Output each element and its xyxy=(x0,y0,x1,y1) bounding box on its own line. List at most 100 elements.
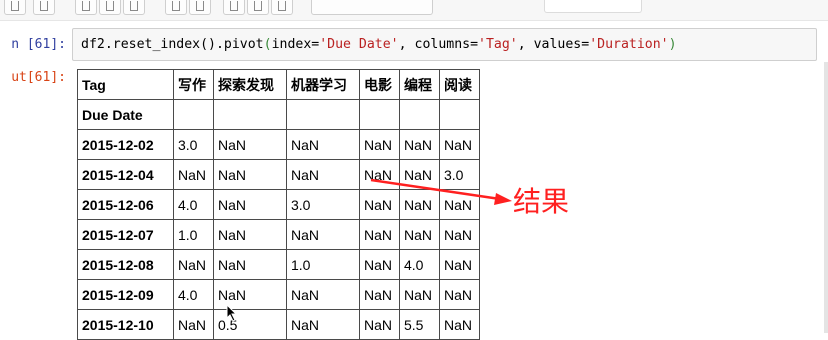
dataframe-table: Tag 写作 探索发现 机器学习 电影 编程 阅读 Due Date 2015-… xyxy=(77,69,480,340)
toolbar-button[interactable] xyxy=(75,0,97,15)
row-index: 2015-12-07 xyxy=(77,219,174,250)
table-cell: NaN xyxy=(439,219,480,250)
table-cell: NaN xyxy=(286,159,360,190)
table-cell: NaN xyxy=(286,219,360,250)
paste-icon xyxy=(130,1,138,11)
table-cell: NaN xyxy=(439,129,480,160)
table-cell: NaN xyxy=(439,249,480,280)
index-name-header: Due Date xyxy=(77,99,174,130)
table-cell: NaN xyxy=(173,249,214,280)
empty-header-cell xyxy=(439,99,480,130)
row-index: 2015-12-06 xyxy=(77,189,174,220)
output-prompt: ut[61]: xyxy=(11,70,66,85)
table-cell: 4.0 xyxy=(173,189,214,220)
cell-toolbar-area xyxy=(444,0,828,14)
scrollbar-track[interactable] xyxy=(824,62,828,333)
toolbar-button[interactable] xyxy=(99,0,121,15)
cell-type-select[interactable] xyxy=(311,0,433,15)
mouse-cursor-icon xyxy=(226,304,238,322)
code-string-tag: 'Tag' xyxy=(478,37,518,52)
row-index: 2015-12-02 xyxy=(77,129,174,160)
toolbar-button[interactable] xyxy=(33,0,55,15)
table-cell: NaN xyxy=(213,159,287,190)
code-arg-index: index= xyxy=(271,37,320,52)
table-cell: 1.0 xyxy=(286,249,360,280)
input-prompt: n [61]: xyxy=(11,37,66,52)
table-cell: 3.0 xyxy=(286,189,360,220)
toolbar-button[interactable] xyxy=(247,0,269,15)
table-cell: 3.0 xyxy=(173,129,214,160)
stop-icon xyxy=(254,1,262,11)
row-index: 2015-12-10 xyxy=(77,309,174,340)
arrow-up-icon xyxy=(172,1,180,11)
code-arg-columns: , columns= xyxy=(398,37,479,52)
table-cell: NaN xyxy=(359,249,400,280)
table-cell: NaN xyxy=(359,189,400,220)
toolbar-button[interactable] xyxy=(123,0,145,15)
table-row: 2015-12-04 NaN NaN NaN NaN NaN 3.0 xyxy=(77,159,480,190)
index-name-row: Due Date xyxy=(77,99,480,130)
copy-icon xyxy=(106,1,114,11)
column-header: 阅读 xyxy=(439,69,480,100)
table-row: 2015-12-08 NaN NaN 1.0 NaN 4.0 NaN xyxy=(77,249,480,280)
table-cell: NaN xyxy=(213,129,287,160)
toolbar-button[interactable] xyxy=(223,0,245,15)
table-cell: NaN xyxy=(286,129,360,160)
table-cell: NaN xyxy=(399,189,440,220)
table-row: 2015-12-02 3.0 NaN NaN NaN NaN NaN xyxy=(77,129,480,160)
table-cell: NaN xyxy=(213,219,287,250)
column-header: 电影 xyxy=(359,69,400,100)
empty-header-cell xyxy=(359,99,400,130)
table-row: 2015-12-09 4.0 NaN NaN NaN NaN NaN xyxy=(77,279,480,310)
toolbar-icon xyxy=(11,1,19,11)
table-cell: NaN xyxy=(359,309,400,340)
column-header: 机器学习 xyxy=(286,69,360,100)
table-cell: NaN xyxy=(173,309,214,340)
toolbar-button[interactable] xyxy=(165,0,187,15)
toolbar-button[interactable] xyxy=(271,0,293,15)
table-cell: NaN xyxy=(213,249,287,280)
toolbar-button[interactable] xyxy=(189,0,211,15)
table-cell: 4.0 xyxy=(399,249,440,280)
empty-header-cell xyxy=(286,99,360,130)
annotation-label: 结果 xyxy=(513,185,570,218)
table-row: 2015-12-10 NaN 0.5 NaN NaN 5.5 NaN xyxy=(77,309,480,340)
table-cell: NaN xyxy=(359,159,400,190)
cut-icon xyxy=(82,1,90,11)
code-string-duration: 'Duration' xyxy=(589,37,669,52)
column-header: 探索发现 xyxy=(213,69,287,100)
arrow-head xyxy=(494,193,512,205)
table-header-row: Tag 写作 探索发现 机器学习 电影 编程 阅读 xyxy=(77,69,480,100)
empty-header-cell xyxy=(213,99,287,130)
toolbar-icon xyxy=(40,1,48,11)
table-cell: NaN xyxy=(359,279,400,310)
table-cell: NaN xyxy=(359,129,400,160)
table-row: 2015-12-07 1.0 NaN NaN NaN NaN NaN xyxy=(77,219,480,250)
code-paren-close: ) xyxy=(668,37,677,52)
row-index: 2015-12-08 xyxy=(77,249,174,280)
table-cell: NaN xyxy=(359,219,400,250)
table-cell: NaN xyxy=(286,309,360,340)
empty-header-cell xyxy=(399,99,440,130)
table-cell: NaN xyxy=(439,189,480,220)
arrow-down-icon xyxy=(196,1,204,11)
table-cell: 4.0 xyxy=(173,279,214,310)
row-index: 2015-12-04 xyxy=(77,159,174,190)
code-cell-input[interactable]: df2.reset_index().pivot(index='Due Date'… xyxy=(72,28,817,61)
run-icon xyxy=(230,1,238,11)
table-cell: NaN xyxy=(439,279,480,310)
notebook-toolbar xyxy=(0,0,828,21)
code-paren-open: ( xyxy=(263,37,272,52)
table-cell: NaN xyxy=(439,309,480,340)
code-arg-values: , values= xyxy=(517,37,590,52)
table-cell: NaN xyxy=(286,279,360,310)
table-cell: 5.5 xyxy=(399,309,440,340)
table-cell: 1.0 xyxy=(173,219,214,250)
cell-toolbar-field[interactable] xyxy=(544,0,642,13)
table-cell: NaN xyxy=(213,189,287,220)
toolbar-button[interactable] xyxy=(4,0,26,15)
column-header: 写作 xyxy=(173,69,214,100)
table-cell: NaN xyxy=(399,219,440,250)
table-cell: NaN xyxy=(213,279,287,310)
table-cell: NaN xyxy=(399,129,440,160)
